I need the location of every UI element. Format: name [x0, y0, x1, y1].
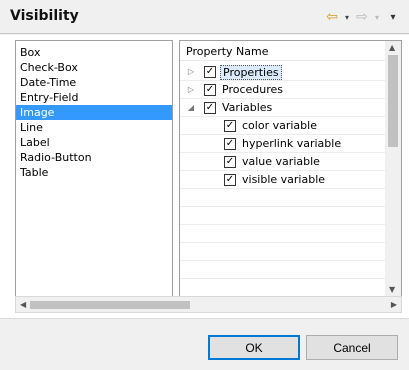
- row-checkbox[interactable]: ✓: [224, 156, 236, 168]
- row-checkbox[interactable]: ✓: [224, 120, 236, 132]
- list-item-table[interactable]: Table: [16, 165, 172, 180]
- list-item-date-time[interactable]: Date-Time: [16, 75, 172, 90]
- list-item-box[interactable]: Box: [16, 45, 172, 60]
- list-item-label[interactable]: Label: [16, 135, 172, 150]
- forward-history-dropdown-icon: ▾: [374, 12, 379, 22]
- dialog-header: Visibility ⇦ ▾ ⇨ ▾ ▾: [0, 0, 409, 34]
- tree-row[interactable]: ▷ ✓ Procedures: [180, 81, 386, 99]
- column-header-label: Property Name: [186, 45, 269, 58]
- back-arrow-icon[interactable]: ⇦: [323, 9, 341, 25]
- row-divider: [180, 260, 386, 261]
- row-label: Properties: [220, 65, 282, 80]
- column-header-property-name[interactable]: Property Name: [180, 41, 386, 61]
- tree-row[interactable]: ✓ visible variable: [180, 171, 386, 189]
- scroll-left-icon[interactable]: ◀: [20, 300, 26, 309]
- scroll-down-icon[interactable]: ▼: [389, 285, 395, 294]
- list-item-check-box[interactable]: Check-Box: [16, 60, 172, 75]
- row-checkbox[interactable]: ✓: [204, 66, 216, 78]
- tree-row[interactable]: ✓ color variable: [180, 117, 386, 135]
- expand-arrow-icon[interactable]: ▷: [186, 66, 196, 78]
- history-nav: ⇦ ▾ ⇨ ▾ ▾: [323, 9, 401, 25]
- property-tree[interactable]: Property Name ▷ ✓ Properties ▷ ✓ Procedures ◢ ✓…: [179, 40, 402, 297]
- forward-arrow-icon: ⇨: [356, 9, 368, 25]
- list-item-entry-field[interactable]: Entry-Field: [16, 90, 172, 105]
- list-item-radio-button[interactable]: Radio-Button: [16, 150, 172, 165]
- dialog-content: Box Check-Box Date-Time Entry-Field Image Lin…: [0, 35, 409, 318]
- ok-button[interactable]: OK: [208, 335, 300, 360]
- row-divider: [180, 278, 386, 279]
- expand-arrow-icon[interactable]: ▷: [186, 84, 196, 96]
- back-history-dropdown-icon[interactable]: ▾: [341, 9, 353, 25]
- scroll-up-icon[interactable]: ▲: [389, 43, 395, 52]
- tree-row[interactable]: ✓ value variable: [180, 153, 386, 171]
- row-checkbox[interactable]: ✓: [224, 138, 236, 150]
- dialog-title: Visibility: [10, 8, 79, 24]
- row-divider: [180, 206, 386, 207]
- horizontal-scrollbar[interactable]: ◀ ▶: [15, 296, 402, 313]
- row-divider: [180, 242, 386, 243]
- row-label: value variable: [242, 155, 320, 168]
- row-checkbox[interactable]: ✓: [204, 102, 216, 114]
- tree-row[interactable]: ◢ ✓ Variables: [180, 99, 386, 117]
- vertical-scrollbar[interactable]: ▲ ▼: [385, 41, 401, 296]
- row-divider: [180, 224, 386, 225]
- tree-row[interactable]: ▷ ✓ Properties: [180, 63, 386, 81]
- row-label: Variables: [222, 101, 273, 114]
- row-checkbox[interactable]: ✓: [224, 174, 236, 186]
- row-label: Procedures: [222, 83, 283, 96]
- cancel-button[interactable]: Cancel: [306, 335, 398, 360]
- list-item-line[interactable]: Line: [16, 120, 172, 135]
- view-menu-icon[interactable]: ▾: [385, 9, 401, 25]
- collapse-arrow-icon[interactable]: ◢: [186, 102, 196, 114]
- row-checkbox[interactable]: ✓: [204, 84, 216, 96]
- vertical-scroll-thumb[interactable]: [388, 55, 398, 147]
- row-label: visible variable: [242, 173, 326, 186]
- scroll-right-icon[interactable]: ▶: [391, 300, 397, 309]
- horizontal-scroll-thumb[interactable]: [30, 301, 190, 309]
- dialog-footer: OK Cancel: [0, 318, 409, 370]
- element-type-list[interactable]: Box Check-Box Date-Time Entry-Field Image Lin…: [15, 40, 173, 297]
- tree-row[interactable]: ✓ hyperlink variable: [180, 135, 386, 153]
- row-label: color variable: [242, 119, 317, 132]
- row-label: hyperlink variable: [242, 137, 342, 150]
- list-item-image[interactable]: Image: [16, 105, 172, 120]
